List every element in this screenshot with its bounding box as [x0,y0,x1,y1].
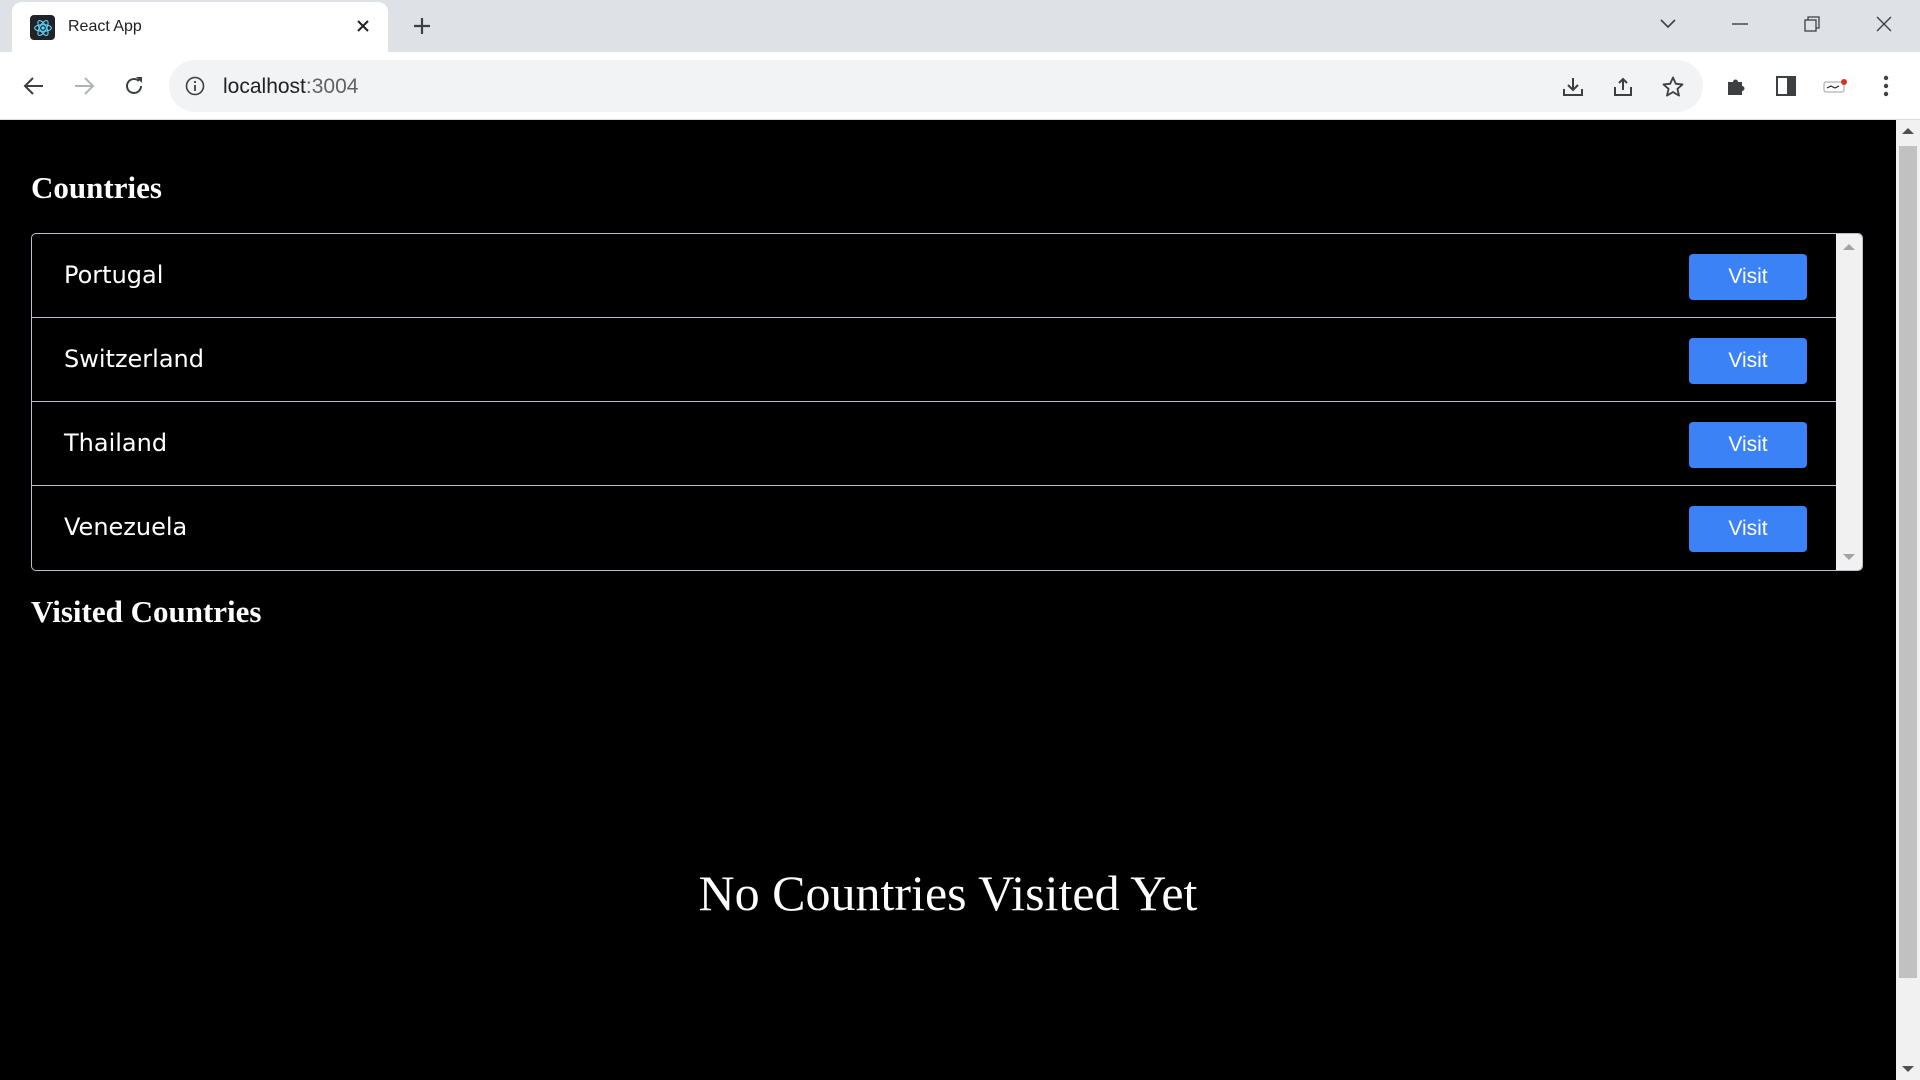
minimize-icon[interactable] [1718,6,1762,42]
info-icon[interactable] [183,74,207,98]
list-item: Thailand Visit [32,402,1837,486]
page-viewport: Countries Portugal Visit Switzerland Vis… [0,120,1896,1080]
scroll-down-icon[interactable] [1843,554,1855,560]
restore-icon[interactable] [1790,6,1834,42]
avatar[interactable] [1818,68,1854,104]
visit-button[interactable]: Visit [1689,422,1807,468]
empty-state-message: No Countries Visited Yet [698,865,1198,921]
visit-button[interactable]: Visit [1689,506,1807,552]
list-item: Switzerland Visit [32,318,1837,402]
url-text[interactable]: localhost:3004 [223,75,358,99]
country-name: Switzerland [64,345,204,373]
browser-toolbar: localhost:3004 [0,52,1920,120]
reload-icon[interactable] [116,68,152,104]
country-name: Venezuela [64,513,188,541]
arrow-left-icon[interactable] [16,68,52,104]
tab-strip: React App [0,0,1920,52]
puzzle-icon[interactable] [1718,68,1754,104]
scrollbar-thumb[interactable] [1899,146,1917,978]
url-port: :3004 [305,75,359,98]
scroll-down-icon[interactable] [1902,1066,1914,1072]
share-icon[interactable] [1608,72,1638,102]
chevron-down-icon[interactable] [1646,6,1690,42]
countries-list[interactable]: Portugal Visit Switzerland Visit Thailan… [31,233,1863,571]
kebab-icon[interactable] [1868,68,1904,104]
page-scrollbar[interactable] [1896,120,1920,1080]
country-name: Thailand [64,429,168,457]
install-icon[interactable] [1558,72,1588,102]
list-scrollbar[interactable] [1836,234,1862,570]
react-icon [30,15,55,40]
countries-list-items: Portugal Visit Switzerland Visit Thailan… [32,234,1837,570]
countries-heading: Countries [31,170,162,205]
country-name: Portugal [64,261,164,289]
plus-icon[interactable] [404,11,440,41]
arrow-right-icon[interactable] [66,68,102,104]
address-bar[interactable]: localhost:3004 [169,60,1703,112]
list-item: Venezuela Visit [32,486,1837,570]
url-host: localhost [223,75,306,98]
scroll-up-icon[interactable] [1902,128,1914,134]
tab-title: React App [68,18,142,35]
close-window-icon[interactable] [1862,6,1906,42]
list-item: Portugal Visit [32,234,1837,318]
star-icon[interactable] [1658,72,1688,102]
visited-countries-heading: Visited Countries [31,594,262,629]
visit-button[interactable]: Visit [1689,338,1807,384]
close-icon[interactable] [351,14,375,38]
visit-button[interactable]: Visit [1689,254,1807,300]
side-panel-icon[interactable] [1768,68,1804,104]
browser-tab[interactable]: React App [12,2,388,52]
scroll-up-icon[interactable] [1843,244,1855,250]
